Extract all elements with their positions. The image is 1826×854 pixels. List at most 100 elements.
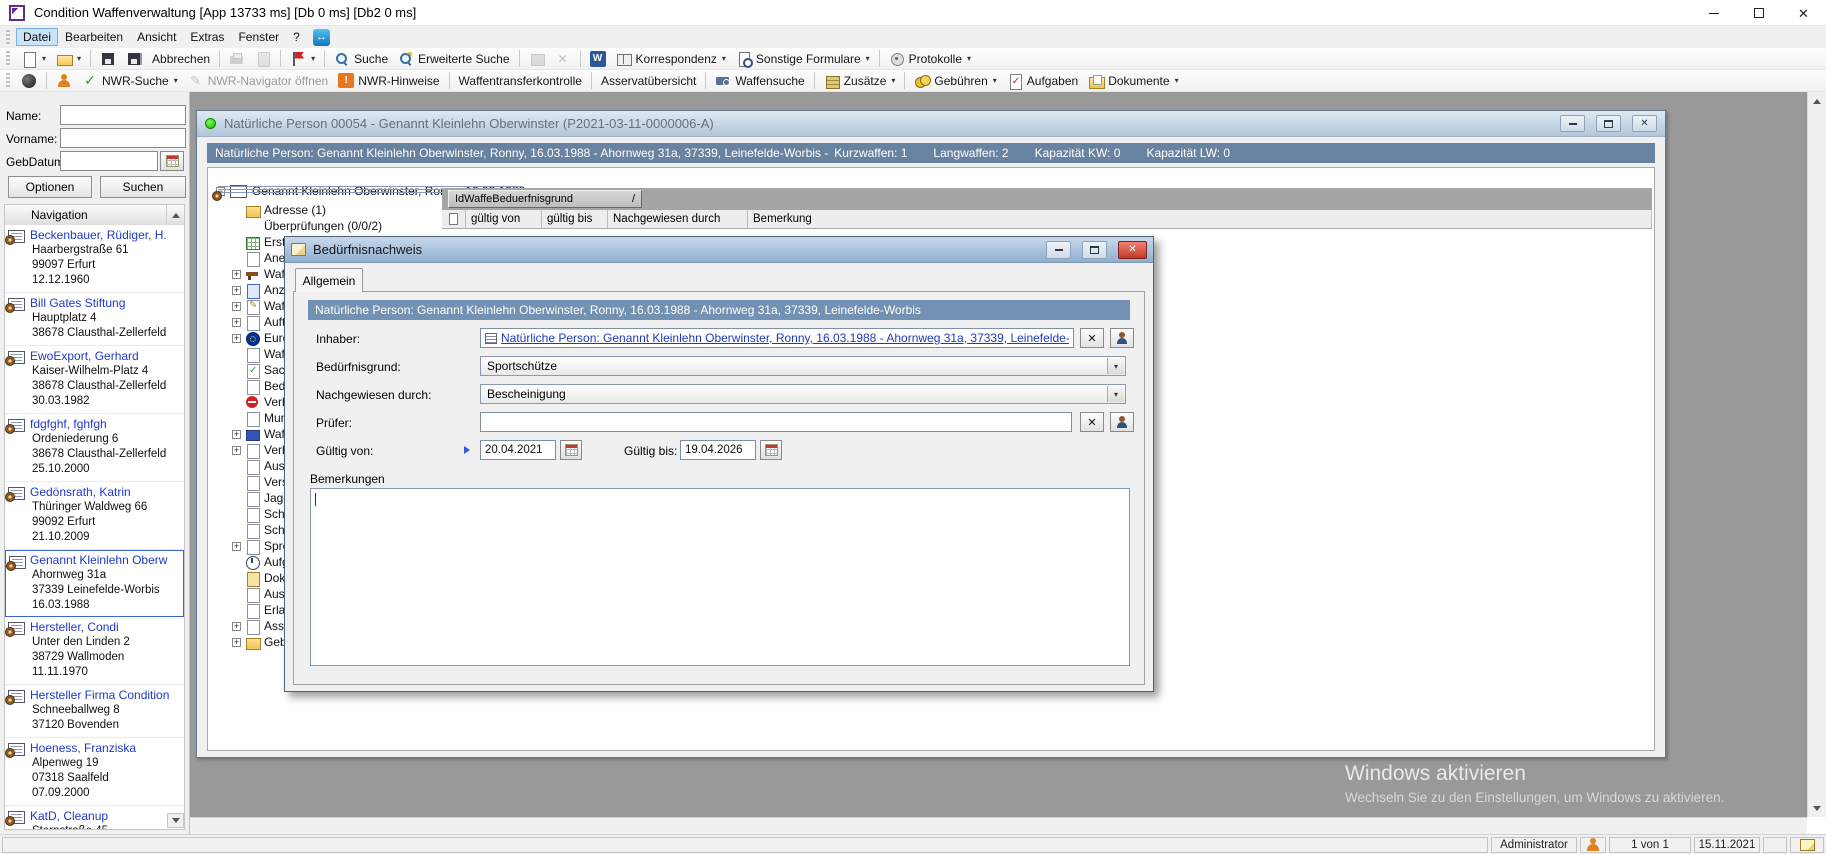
child-minimize-button[interactable] xyxy=(1560,115,1585,132)
inhaber-clear-button[interactable] xyxy=(1080,328,1104,348)
inhaber-field[interactable]: Natürliche Person: Genannt Kleinlehn Obe… xyxy=(480,328,1074,348)
menu-item-fenster[interactable]: Fenster xyxy=(231,28,286,46)
dialog-minimize-button[interactable] xyxy=(1046,241,1071,259)
pruefer-lookup-button[interactable] xyxy=(1110,412,1134,432)
pruefer-clear-button[interactable] xyxy=(1080,412,1104,432)
list-item[interactable]: Hoeness, FranziskaAlpenweg 1907318 Saalf… xyxy=(5,738,184,806)
gueltig-von-calendar-button[interactable] xyxy=(560,440,582,460)
new-document-button[interactable] xyxy=(16,50,51,68)
child-maximize-button[interactable] xyxy=(1596,115,1621,132)
scroll-up-button[interactable] xyxy=(1808,92,1826,110)
column-header-gültig-von[interactable]: gültig von xyxy=(466,210,542,228)
table-group-header[interactable]: IdWaffeBeduerfnisgrund / xyxy=(448,190,642,208)
column-header-gültig-bis[interactable]: gültig bis xyxy=(542,210,608,228)
tab-allgemein[interactable]: Allgemein xyxy=(295,268,363,292)
toolbar-button-nwr-suche[interactable]: NWR-Suche xyxy=(77,72,183,90)
dropdown-arrow-icon[interactable] xyxy=(311,54,315,63)
expand-icon[interactable]: + xyxy=(232,446,241,455)
open-folder-button[interactable] xyxy=(51,50,86,68)
save-button[interactable] xyxy=(95,50,121,68)
toolbar-button-protokolle[interactable]: Protokolle xyxy=(884,50,976,68)
vertical-scrollbar[interactable] xyxy=(1807,92,1826,817)
dropdown-arrow-icon[interactable] xyxy=(993,76,997,85)
list-item[interactable]: EwoExport, GerhardKaiser-Wilhelm-Platz 4… xyxy=(5,346,184,414)
dropdown-arrow-icon[interactable] xyxy=(1175,76,1179,85)
expand-icon[interactable]: + xyxy=(232,270,241,279)
menu-item-help[interactable]: ? xyxy=(286,28,307,46)
dropdown-arrow-icon[interactable] xyxy=(42,54,46,63)
column-icon-cell[interactable] xyxy=(442,210,466,228)
menu-item-datei[interactable]: Datei xyxy=(16,28,58,46)
pruefer-field[interactable] xyxy=(480,412,1072,432)
toolbar-button-aufgaben[interactable]: Aufgaben xyxy=(1002,72,1083,90)
dropdown-arrow-icon[interactable] xyxy=(866,54,870,63)
toolbar-button-suche[interactable]: Suche xyxy=(329,50,393,68)
bka-logo-button[interactable] xyxy=(16,72,42,90)
toolbar-button-waffentransferkontrolle[interactable]: Waffentransferkontrolle xyxy=(454,73,587,89)
word-button[interactable] xyxy=(585,50,611,68)
list-item[interactable]: fdgfghf, fghfghOrdeniederung 638678 Clau… xyxy=(5,414,184,482)
toolbar-button-dokumente[interactable]: Dokumente xyxy=(1083,72,1183,90)
expand-icon[interactable]: + xyxy=(232,622,241,631)
tree-item[interactable]: Überprüfungen (0/0/2) xyxy=(232,218,382,234)
scroll-up-button[interactable] xyxy=(166,205,184,225)
expand-icon[interactable]: + xyxy=(232,286,241,295)
expand-icon[interactable]: + xyxy=(232,430,241,439)
menu-item-ansicht[interactable]: Ansicht xyxy=(130,28,183,46)
dialog-titlebar[interactable]: Bedürfnisnachweis ✕ xyxy=(285,237,1153,263)
dropdown-arrow-icon[interactable] xyxy=(967,54,971,63)
close-button[interactable]: ✕ xyxy=(1781,0,1826,26)
column-header-nachgewiesen-durch[interactable]: Nachgewiesen durch xyxy=(608,210,748,228)
list-item[interactable]: Beckenbauer, Rüdiger, H.Haarbergstraße 6… xyxy=(5,225,184,293)
beduerfnisgrund-select[interactable]: Sportschütze xyxy=(480,356,1126,376)
horizontal-scrollbar[interactable] xyxy=(190,817,1807,834)
toolbar-button-sonstige-formulare[interactable]: Sonstige Formulare xyxy=(731,50,875,68)
list-item[interactable]: Hersteller, CondiUnter den Linden 238729… xyxy=(5,617,184,685)
dropdown-arrow-icon[interactable] xyxy=(77,54,81,63)
toolbar-button-abbrechen[interactable]: Abbrechen xyxy=(147,51,215,67)
nachgewiesen-select[interactable]: Bescheinigung xyxy=(480,384,1126,404)
list-item[interactable]: KatD, CleanupSternstraße 4538678 Clausth… xyxy=(5,806,184,830)
gebdatum-input[interactable] xyxy=(60,151,158,171)
toolbar-button-waffensuche[interactable]: Waffensuche xyxy=(710,72,809,90)
toolbar-button-gebühren[interactable]: Gebühren xyxy=(909,72,1001,90)
expand-icon[interactable]: + xyxy=(232,318,241,327)
tree-item[interactable]: Adresse (1) xyxy=(232,202,382,218)
expand-icon[interactable]: + xyxy=(232,638,241,647)
name-input[interactable] xyxy=(60,105,186,125)
status-person-icon[interactable] xyxy=(1580,837,1606,853)
person-button[interactable] xyxy=(51,72,77,90)
save-all-button[interactable] xyxy=(121,50,147,68)
minimize-button[interactable] xyxy=(1691,0,1736,26)
person-window-titlebar[interactable]: Natürliche Person 00054 - Genannt Kleinl… xyxy=(197,111,1665,137)
inhaber-link[interactable]: Natürliche Person: Genannt Kleinlehn Obe… xyxy=(501,331,1069,345)
dropdown-arrow-icon[interactable] xyxy=(891,76,895,85)
status-note-icon[interactable] xyxy=(1790,837,1824,853)
menu-item-bearbeiten[interactable]: Bearbeiten xyxy=(58,28,130,46)
expand-icon[interactable]: + xyxy=(232,334,241,343)
vorname-input[interactable] xyxy=(60,128,186,148)
dropdown-arrow-icon[interactable] xyxy=(174,76,178,85)
dialog-close-button[interactable]: ✕ xyxy=(1118,241,1147,259)
list-item[interactable]: Bill Gates StiftungHauptplatz 438678 Cla… xyxy=(5,293,184,346)
expand-icon[interactable]: + xyxy=(232,302,241,311)
scroll-down-button[interactable] xyxy=(167,813,184,828)
column-header-bemerkung[interactable]: Bemerkung xyxy=(748,210,1652,228)
dialog-maximize-button[interactable] xyxy=(1082,241,1107,259)
restore-button[interactable] xyxy=(1736,0,1781,26)
flag-button[interactable] xyxy=(285,50,320,68)
calendar-button[interactable] xyxy=(160,151,184,171)
list-item[interactable]: Gedönsrath, KatrinThüringer Waldweg 6699… xyxy=(5,482,184,550)
remote-access-icon[interactable]: ↔ xyxy=(313,29,330,46)
dropdown-arrow-icon[interactable] xyxy=(722,54,726,63)
inhaber-lookup-button[interactable] xyxy=(1110,328,1134,348)
toolbar-button-nwr-hinweise[interactable]: NWR-Hinweise xyxy=(333,72,444,89)
toolbar-button-erweiterte-suche[interactable]: Erweiterte Suche xyxy=(393,50,514,68)
bemerkungen-textarea[interactable] xyxy=(310,488,1130,666)
list-item[interactable]: Hersteller Firma ConditionSchneeballweg … xyxy=(5,685,184,738)
chevron-down-icon[interactable] xyxy=(1107,358,1124,374)
toolbar-button-korrespondenz[interactable]: Korrespondenz xyxy=(611,50,731,68)
list-item-selected[interactable]: Genannt Kleinlehn OberwAhornweg 31a37339… xyxy=(5,550,184,617)
child-close-button[interactable]: ✕ xyxy=(1632,115,1657,132)
scroll-down-button[interactable] xyxy=(1808,799,1826,817)
